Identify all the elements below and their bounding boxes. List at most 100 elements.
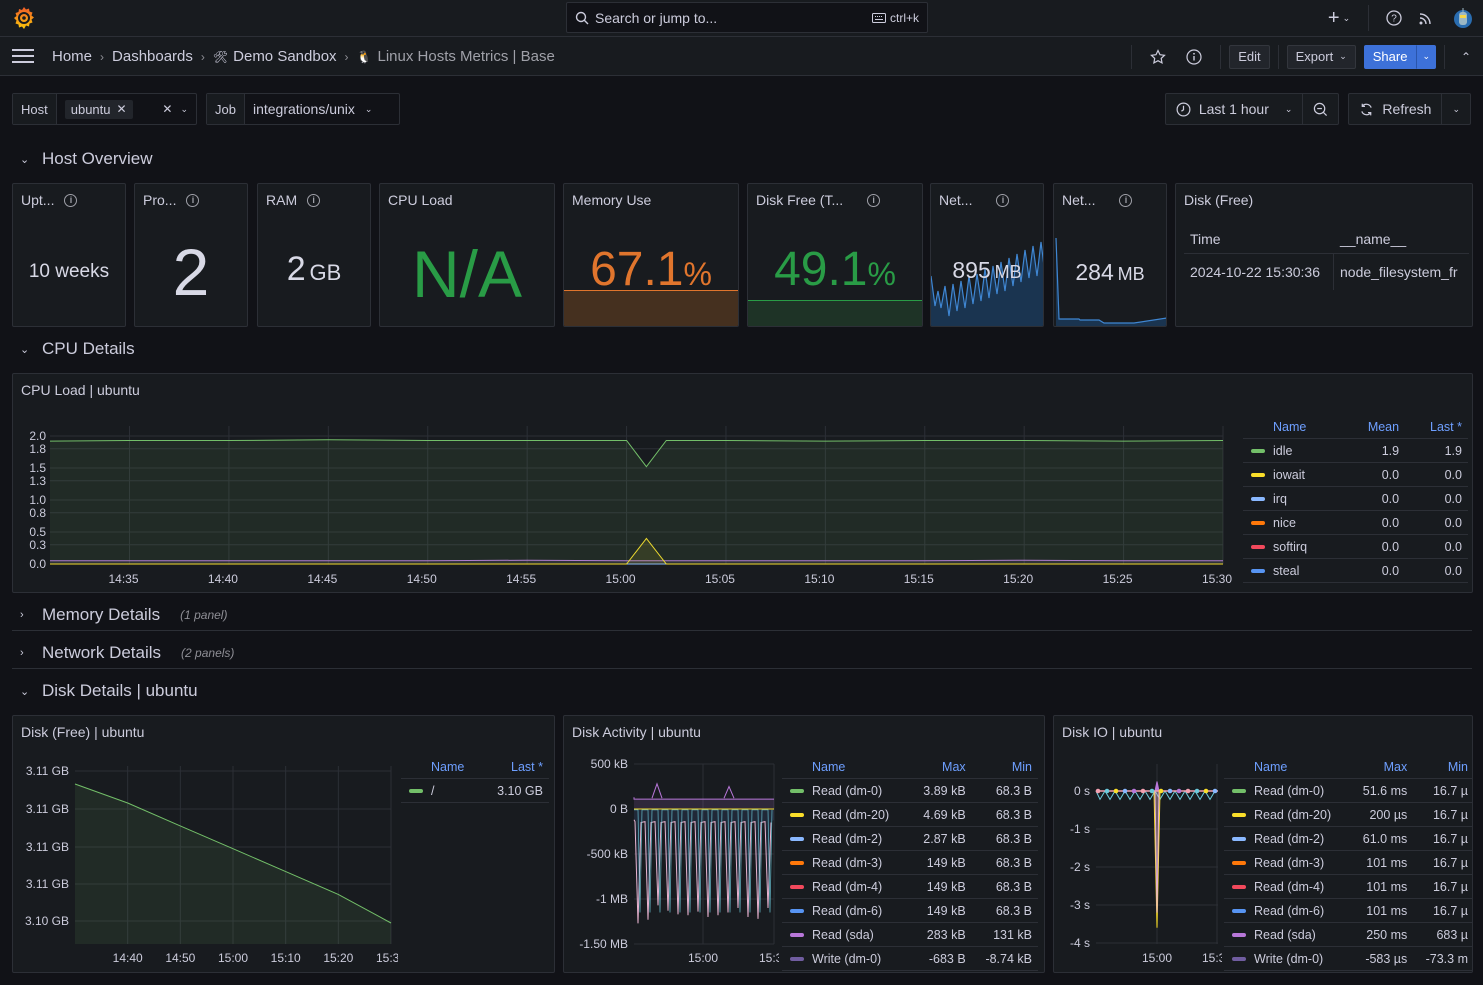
legend-value-mean: 0.0 — [1343, 462, 1406, 487]
legend-column-name[interactable]: Name — [782, 756, 911, 779]
legend-item[interactable]: iowait 0.0 0.0 — [1243, 462, 1468, 487]
info-icon[interactable]: i — [867, 193, 881, 207]
legend-item[interactable]: Read (dm-2) 2.87 kB 68.3 B — [782, 826, 1038, 851]
y-tick-label: 3.10 GB — [25, 914, 69, 928]
legend-item[interactable]: Write (dm-0) -683 B -8.74 kB — [782, 946, 1038, 971]
breadcrumb-home[interactable]: Home — [52, 48, 92, 65]
legend-item[interactable]: Read (dm-3) 149 kB 68.3 B — [782, 850, 1038, 875]
time-range-button[interactable]: Last 1 hour ⌄ — [1166, 94, 1303, 124]
timeseries-panel-disk-activity[interactable]: Disk Activity | ubuntu 500 kB 0 B -500 kB -… — [563, 715, 1045, 973]
timeseries-panel-disk-io[interactable]: Disk IO | ubuntu 0 s -1 s -2 s -3 s -4 s 15:0… — [1053, 715, 1473, 973]
legend-header: Name Max Min — [782, 756, 1038, 779]
legend-column-name[interactable]: Name — [1224, 756, 1351, 779]
info-icon[interactable]: i — [64, 193, 78, 207]
disk-free-chart[interactable]: 3.11 GB 3.11 GB 3.11 GB 3.11 GB 3.10 GB 14:40… — [13, 756, 398, 971]
collapse-nav-button[interactable]: ⌃ — [1453, 50, 1479, 64]
refresh-button[interactable]: Refresh — [1349, 94, 1441, 124]
grafana-logo[interactable] — [12, 6, 36, 30]
legend-item[interactable]: Read (dm-4) 101 ms 16.7 µ — [1224, 874, 1472, 899]
legend-series-name: Read (dm-4) — [1224, 874, 1351, 899]
legend-item[interactable]: Read (dm-3) 101 ms 16.7 µ — [1224, 850, 1472, 875]
legend-value-mean: 0.0 — [1343, 486, 1406, 511]
dashboard-info-button[interactable] — [1176, 48, 1212, 65]
stat-panel-disk-free[interactable]: Disk Free (T... i 49.1% — [747, 183, 923, 327]
legend-item[interactable]: Read (dm-6) 149 kB 68.3 B — [782, 898, 1038, 923]
legend-column-min[interactable]: Min — [971, 756, 1038, 779]
legend-item[interactable]: Read (dm-0) 51.6 ms 16.7 µ — [1224, 778, 1472, 803]
legend-item[interactable]: /3.10 GB — [401, 778, 549, 803]
legend-value-min: 16.7 µ — [1413, 826, 1472, 851]
legend-item[interactable]: idle 1.9 1.9 — [1243, 438, 1468, 463]
timeseries-panel-disk-free[interactable]: Disk (Free) | ubuntu 3.11 GB 3.11 GB 3.11 … — [12, 715, 555, 973]
table-panel-disk-free[interactable]: Disk (Free) Time __name__ 2024-10-22 15:… — [1175, 183, 1473, 327]
row-cpu-details[interactable]: ⌄ CPU Details — [20, 339, 135, 359]
column-header-time[interactable]: Time — [1184, 231, 1334, 247]
legend-item[interactable]: softirq 0.0 0.0 — [1243, 534, 1468, 559]
legend-column-last[interactable]: Last * — [1405, 416, 1468, 439]
legend-item[interactable]: Write (dm-0) -583 µs -73.3 m — [1224, 946, 1472, 971]
legend-item[interactable]: Read (dm-4) 149 kB 68.3 B — [782, 874, 1038, 899]
info-icon[interactable]: i — [996, 193, 1010, 207]
search-bar[interactable]: Search or jump to... ctrl+k — [566, 2, 928, 33]
info-icon[interactable]: i — [186, 193, 200, 207]
legend-item[interactable]: Read (dm-0) 3.89 kB 68.3 B — [782, 778, 1038, 803]
legend-column-mean[interactable]: Mean — [1343, 416, 1406, 439]
x-tick-label: 15:30 — [759, 951, 779, 965]
star-button[interactable] — [1140, 48, 1176, 65]
job-variable-select[interactable]: integrations/unix ⌄ — [245, 94, 381, 124]
host-variable-select[interactable]: ubuntu ✕ ✕ ⌄ — [57, 94, 196, 124]
panel-title-text: Disk (Free) — [1184, 192, 1254, 208]
legend-item[interactable]: Read (dm-20) 200 µs 16.7 µ — [1224, 802, 1472, 827]
breadcrumb-dashboards[interactable]: Dashboards — [112, 48, 193, 65]
legend-column-name[interactable]: Name — [401, 756, 482, 779]
stat-panel-ram[interactable]: RAM i 2 GB — [257, 183, 371, 327]
edit-button[interactable]: Edit — [1229, 44, 1270, 69]
legend-item[interactable]: Read (sda) 283 kB 131 kB — [782, 922, 1038, 947]
stat-panel-network-received[interactable]: Net... i 895 MB — [930, 183, 1044, 327]
legend-table: Name Max Min Read (dm-0) 3.89 kB 68.3 B Read (… — [782, 756, 1038, 971]
legend-column-min[interactable]: Min — [1413, 756, 1472, 779]
user-avatar[interactable] — [1443, 7, 1483, 29]
stat-panel-processors[interactable]: Pro... i 2 — [134, 183, 248, 327]
x-tick-label: 15:20 — [1003, 572, 1033, 586]
menu-toggle-button[interactable] — [12, 47, 34, 65]
legend-item[interactable]: irq 0.0 0.0 — [1243, 486, 1468, 511]
info-icon[interactable]: i — [1119, 193, 1133, 207]
row-network-details[interactable]: › Network Details (2 panels) — [20, 643, 234, 663]
legend-item[interactable]: Read (sda) 250 ms 683 µ — [1224, 922, 1472, 947]
refresh-interval-dropdown[interactable]: ⌄ — [1441, 94, 1470, 124]
legend-column-max[interactable]: Max — [1350, 756, 1414, 779]
row-disk-details[interactable]: ⌄ Disk Details | ubuntu — [20, 681, 198, 701]
legend-item[interactable]: Read (dm-6) 101 ms 16.7 µ — [1224, 898, 1472, 923]
stat-panel-cpu-load[interactable]: CPU Load N/A — [379, 183, 555, 327]
legend-item[interactable]: Read (dm-2) 61.0 ms 16.7 µ — [1224, 826, 1472, 851]
stat-panel-uptime[interactable]: Upt... i 10 weeks — [12, 183, 126, 327]
news-button[interactable] — [1409, 11, 1443, 25]
cpu-load-chart[interactable]: 0.0 0.30.5 0.81.0 1.31.5 1.82.0 14:35 14:40 14:… — [13, 414, 1243, 592]
export-button[interactable]: Export ⌄ — [1286, 44, 1356, 69]
row-memory-details[interactable]: › Memory Details (1 panel) — [20, 605, 227, 625]
disk-io-chart[interactable]: 0 s -1 s -2 s -3 s -4 s 15:00 15:30 — [1054, 756, 1222, 971]
legend-item[interactable]: Read (dm-20) 4.69 kB 68.3 B — [782, 802, 1038, 827]
legend-item[interactable]: nice 0.0 0.0 — [1243, 510, 1468, 535]
panel-title-text: CPU Load | ubuntu — [21, 382, 140, 398]
breadcrumb-demo-sandbox[interactable]: Demo Sandbox — [233, 48, 336, 65]
clear-icon[interactable]: ✕ — [162, 102, 172, 116]
zoom-out-button[interactable] — [1302, 94, 1338, 124]
legend-item[interactable]: steal 0.0 0.0 — [1243, 558, 1468, 583]
legend-column-name[interactable]: Name — [1243, 416, 1344, 439]
legend-column-last[interactable]: Last * — [481, 756, 549, 779]
disk-activity-chart[interactable]: 500 kB 0 B -500 kB -1 MB -1.50 MB 15:00 15:30 — [564, 756, 779, 971]
remove-chip-icon[interactable]: ✕ — [117, 102, 127, 116]
timeseries-panel-cpu-load[interactable]: CPU Load | ubuntu 0.0 0.3 0.5 0.8 1.0 1.3 1.5 1… — [12, 373, 1473, 593]
help-button[interactable]: ? — [1379, 10, 1409, 26]
legend-column-max[interactable]: Max — [910, 756, 972, 779]
stat-panel-memory-use[interactable]: Memory Use 67.1% — [563, 183, 739, 327]
info-icon[interactable]: i — [307, 193, 321, 207]
share-button[interactable]: Share — [1363, 44, 1417, 69]
column-header-name[interactable]: __name__ — [1334, 231, 1406, 247]
stat-panel-network-sent[interactable]: Net... i 284 MB — [1053, 183, 1167, 327]
row-host-overview[interactable]: ⌄ Host Overview — [20, 149, 153, 169]
new-menu-button[interactable]: + ⌄ — [1320, 8, 1358, 28]
share-dropdown-button[interactable]: ⌄ — [1416, 44, 1436, 69]
